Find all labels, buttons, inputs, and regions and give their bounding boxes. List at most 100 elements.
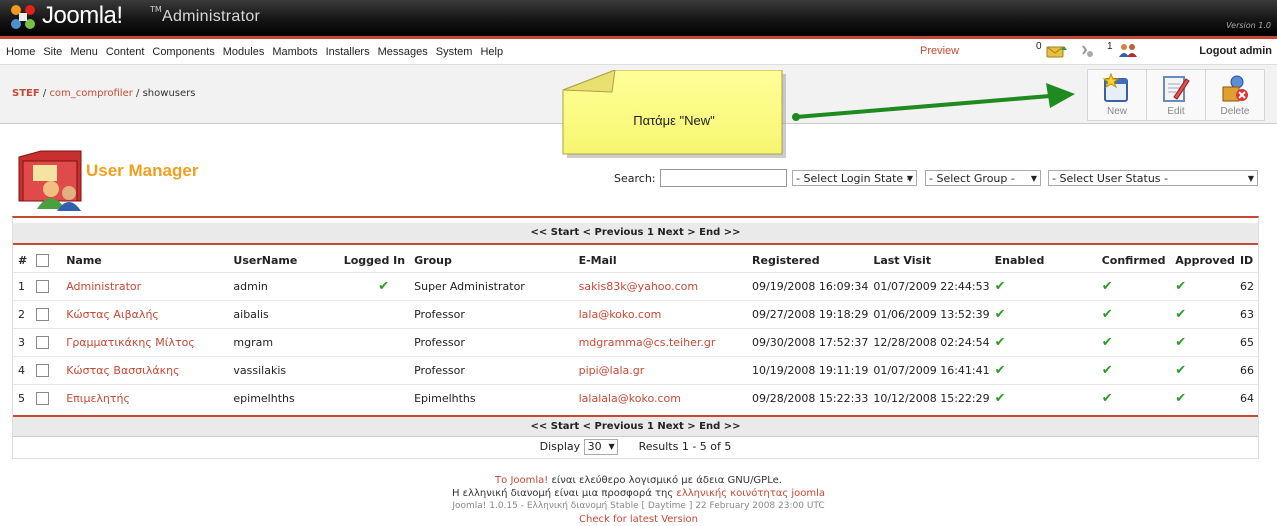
edit-button[interactable]: Edit [1146,69,1206,121]
messages-icon[interactable] [1046,44,1068,58]
row-checkbox[interactable] [35,364,49,378]
logged-in-status [338,384,410,412]
user-name-link[interactable]: Επιμελητής [66,392,130,405]
pagination-top[interactable]: << Start < Previous 1 Next > End >> [13,223,1258,245]
enabled-status[interactable]: ✔ [989,328,1097,357]
table-header-row: # Name UserName Logged In Group E-Mail R… [13,248,1258,273]
approved-status[interactable]: ✔ [1170,384,1235,412]
row-checkbox[interactable] [35,308,49,322]
user-group: Epimelhths [409,384,574,412]
confirmed-status[interactable]: ✔ [1096,356,1171,385]
col-registered[interactable]: Registered [747,248,868,273]
search-label: Search: [614,172,656,185]
user-email-link[interactable]: lala@koko.com [579,308,662,321]
user-registered: 09/28/2008 15:22:33 [747,384,869,412]
check-icon: ✔ [1175,363,1187,378]
delete-button[interactable]: Delete [1205,69,1265,121]
user-email-link[interactable]: pipi@lala.gr [579,364,645,377]
user-id: 64 [1234,384,1258,412]
user-registered: 10/19/2008 19:11:19 [747,356,869,385]
check-latest-version-link[interactable]: Check for latest Version [579,514,698,525]
user-manager-icon [18,150,82,211]
check-icon: ✔ [994,363,1006,378]
chevron-down-icon: ▼ [1247,174,1254,183]
menu-item-home[interactable]: Home [6,46,35,58]
user-last-visit: 01/06/2009 13:52:39 [868,300,990,329]
version-label: Version 1.0 [1226,21,1271,30]
user-name-link[interactable]: Κώστας Βασσιλάκης [66,364,179,377]
enabled-status[interactable]: ✔ [989,272,1097,301]
approved-status[interactable]: ✔ [1170,272,1235,301]
menu-item-modules[interactable]: Modules [223,46,265,58]
row-select [30,384,62,412]
confirmed-status[interactable]: ✔ [1096,272,1171,301]
select-all-checkbox[interactable] [35,253,49,267]
row-checkbox[interactable] [35,392,49,406]
check-icon: ✔ [1175,335,1187,350]
group-select[interactable]: - Select Group - ▼ [925,170,1041,186]
user-name: Administrator [61,272,229,301]
user-status-select[interactable]: - Select User Status - ▼ [1048,170,1258,186]
user-username: admin [228,272,339,301]
enabled-status[interactable]: ✔ [989,356,1097,385]
menu-item-content[interactable]: Content [106,46,145,58]
user-email-link[interactable]: lalalala@koko.com [579,392,681,405]
breadcrumb-task: / showusers [136,88,196,99]
page-title: User Manager [86,161,199,180]
users-table-container: << Start < Previous 1 Next > End >> # Na… [12,216,1259,459]
col-email[interactable]: E-Mail [574,248,747,273]
new-button-label: New [1106,106,1127,117]
menu-item-mambots[interactable]: Mambots [272,46,317,58]
menu-item-site[interactable]: Site [43,46,62,58]
display-row: Display 30 ▼ Results 1 - 5 of 5 [13,439,1258,455]
row-number: 5 [13,384,31,412]
col-last-visit[interactable]: Last Visit [868,248,989,273]
logout-link[interactable]: Logout admin [1199,45,1272,57]
menu-item-system[interactable]: System [436,46,473,58]
footer-joomla-link[interactable]: Το Joomla! [495,475,548,486]
confirmed-status[interactable]: ✔ [1096,384,1171,412]
preview-link[interactable]: Preview [920,45,959,57]
approved-status[interactable]: ✔ [1170,328,1235,357]
footer-community-link[interactable]: ελληνικής κοινότητας joomla [676,488,825,499]
users-online-icon[interactable] [1117,42,1139,58]
approved-status[interactable]: ✔ [1170,300,1235,329]
row-checkbox[interactable] [35,336,49,350]
menu-item-messages[interactable]: Messages [378,46,428,58]
col-username[interactable]: UserName [228,248,338,273]
user-email: lalalala@koko.com [573,384,748,412]
menu-item-menu[interactable]: Menu [70,46,98,58]
user-name-link[interactable]: Κώστας Αιβαλής [66,308,159,321]
menu-item-installers[interactable]: Installers [326,46,370,58]
row-checkbox[interactable] [35,280,49,294]
user-name-link[interactable]: Administrator [66,280,141,293]
user-id: 65 [1234,328,1258,357]
approved-status[interactable]: ✔ [1170,356,1235,385]
user-registered: 09/27/2008 19:18:29 [747,300,869,329]
user-email-link[interactable]: mdgramma@cs.teiher.gr [579,336,716,349]
new-button[interactable]: New [1087,69,1147,121]
enabled-status[interactable]: ✔ [989,300,1097,329]
confirmed-status[interactable]: ✔ [1096,300,1171,329]
users-online-count: 1 [1107,41,1113,52]
breadcrumb-site[interactable]: STEF [12,88,40,99]
pagination-bottom[interactable]: << Start < Previous 1 Next > End >> [13,415,1258,437]
col-name[interactable]: Name [61,248,228,273]
table-row: 2 Κώστας Αιβαλής aibalis Professor lala@koko… [13,300,1258,329]
user-email-link[interactable]: sakis83k@yahoo.com [579,280,698,293]
login-state-select[interactable]: - Select Login State - ▼ [792,170,917,186]
breadcrumb-component[interactable]: com_comprofiler [49,88,132,99]
enabled-status[interactable]: ✔ [989,384,1097,412]
user-name-link[interactable]: Γραμματικάκης Μίλτος [66,336,195,349]
display-limit-select[interactable]: 30 ▼ [583,439,618,455]
table-row: 3 Γραμματικάκης Μίλτος mgram Professor mdgra… [13,328,1258,357]
chevron-down-icon: ▼ [1030,174,1037,183]
col-group[interactable]: Group [409,248,573,273]
menu-item-help[interactable]: Help [480,46,503,58]
confirmed-status[interactable]: ✔ [1096,328,1171,357]
breadcrumb: STEF / com_comprofiler / showusers [12,88,196,99]
sync-icon[interactable] [1080,44,1094,58]
search-input[interactable] [660,169,787,187]
menu-item-components[interactable]: Components [152,46,214,58]
logged-in-status [338,328,410,357]
